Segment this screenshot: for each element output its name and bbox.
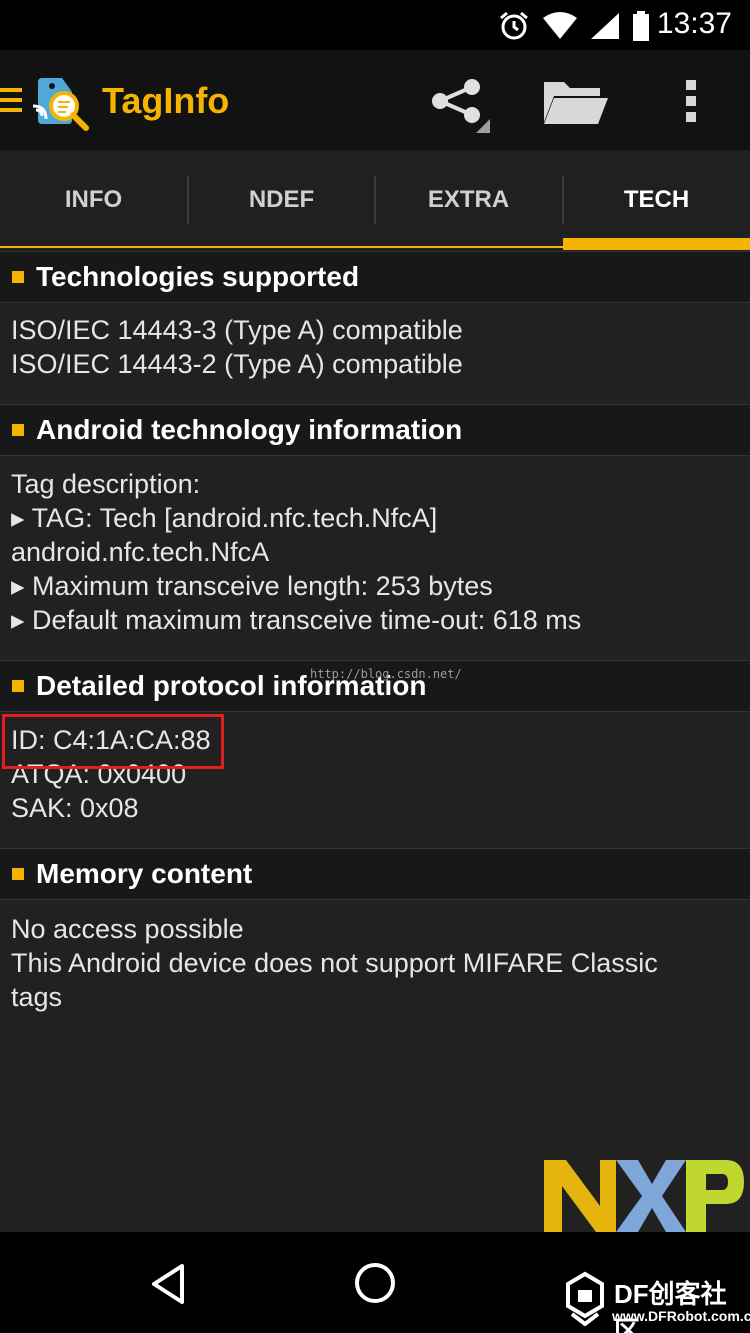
section-bullet: [12, 680, 24, 692]
menu-icon[interactable]: [0, 88, 22, 114]
dfrobot-site: www.DFRobot.com.cn: [612, 1308, 750, 1324]
tab-info[interactable]: INFO: [0, 150, 187, 250]
status-icons: [498, 10, 650, 42]
watermark-url: http://blog.csdn.net/: [310, 667, 462, 681]
app-title: TagInfo: [102, 80, 230, 121]
navigation-bar: DF创客社区 www.DFRobot.com.cn: [0, 1232, 750, 1333]
android-line: ▸ Default maximum transceive time-out: 6…: [11, 605, 582, 635]
section-bullet: [12, 424, 24, 436]
tab-extra[interactable]: EXTRA: [375, 150, 562, 250]
status-bar: 13:37: [0, 0, 750, 50]
wifi-icon: [543, 12, 577, 39]
tab-active-indicator: [563, 238, 750, 250]
back-icon[interactable]: [148, 1262, 188, 1306]
folder-icon[interactable]: [540, 78, 610, 128]
nxp-logo: [544, 1160, 744, 1232]
section-header-android: Android technology information: [0, 404, 750, 456]
alarm-icon: [500, 11, 528, 40]
tab-ndef[interactable]: NDEF: [188, 150, 375, 250]
memory-line: This Android device does not support MIF…: [11, 948, 658, 978]
android-line: android.nfc.tech.NfcA: [11, 537, 270, 567]
section-title: Memory content: [36, 858, 253, 889]
tech-line: ISO/IEC 14443-3 (Type A) compatible: [11, 315, 463, 345]
signal-icon: [591, 13, 619, 39]
tab-tech[interactable]: TECH: [563, 150, 750, 250]
android-line: ▸ TAG: Tech [android.nfc.tech.NfcA]: [11, 503, 438, 533]
protocol-line: SAK: 0x08: [11, 793, 139, 823]
dfrobot-watermark: DF创客社区 www.DFRobot.com.cn: [562, 1270, 750, 1333]
section-header-technologies: Technologies supported: [0, 251, 750, 303]
android-line: ▸ Maximum transceive length: 253 bytes: [11, 571, 493, 601]
section-header-memory: Memory content: [0, 848, 750, 900]
share-icon[interactable]: [428, 75, 492, 135]
home-icon[interactable]: [352, 1260, 398, 1306]
dfrobot-brand: DF创客社区: [614, 1279, 727, 1333]
id-highlight-box: [2, 714, 224, 769]
app-logo-icon: [32, 78, 89, 131]
more-options-icon[interactable]: [672, 76, 712, 126]
section-bullet: [12, 868, 24, 880]
section-bullet: [12, 271, 24, 283]
app-bar: TagInfo: [0, 50, 750, 150]
status-time: 13:37: [656, 7, 732, 40]
battery-icon: [633, 11, 649, 41]
tab-bar: INFO NDEF EXTRA TECH: [0, 150, 750, 250]
section-title: Android technology information: [36, 414, 463, 445]
section-title: Technologies supported: [36, 261, 360, 292]
tech-line: ISO/IEC 14443-2 (Type A) compatible: [11, 349, 463, 379]
android-line: Tag description:: [11, 469, 201, 499]
memory-line: No access possible: [11, 914, 244, 944]
dfrobot-logo-icon: [566, 1271, 604, 1326]
memory-line: tags: [11, 982, 63, 1012]
